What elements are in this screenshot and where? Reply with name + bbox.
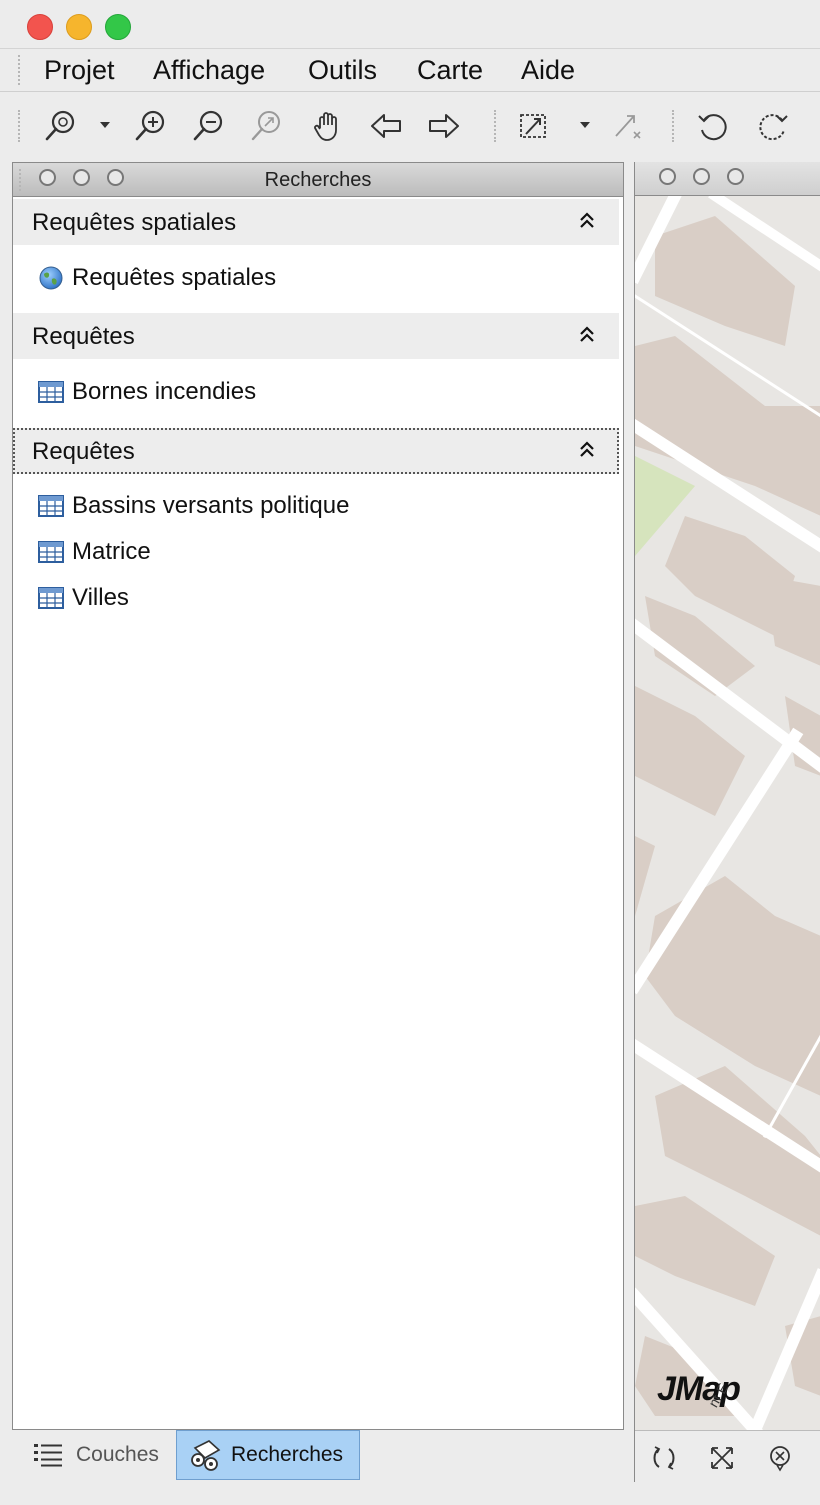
menu-affichage[interactable]: Affichage <box>153 54 265 86</box>
tab-label: Couches <box>76 1443 159 1466</box>
list-item[interactable]: Requêtes spatiales <box>38 258 276 298</box>
section-label: Requêtes <box>32 323 135 350</box>
rotate-map-icon[interactable] <box>649 1443 679 1473</box>
close-window-button[interactable] <box>27 14 53 40</box>
list-item[interactable]: Villes <box>38 578 129 618</box>
collapse-chevron-icon[interactable] <box>577 438 597 462</box>
list-item[interactable]: Bassins versants politique <box>38 486 349 526</box>
layers-list-icon <box>34 1444 62 1467</box>
section-header-requetes-2[interactable]: Requêtes <box>13 428 619 474</box>
zoom-extent-icon[interactable] <box>246 106 286 146</box>
table-icon <box>38 587 64 609</box>
section-header-spatial[interactable]: Requêtes spatiales <box>13 199 619 245</box>
zoom-icon[interactable] <box>40 106 80 146</box>
zoom-out-icon[interactable] <box>188 106 228 146</box>
select-region-icon[interactable] <box>514 106 554 146</box>
full-extent-icon[interactable] <box>707 1443 737 1473</box>
toolbar <box>0 92 820 162</box>
window-titlebar <box>0 0 820 49</box>
collapse-chevron-icon[interactable] <box>577 323 597 347</box>
select-dropdown-icon[interactable] <box>580 122 590 128</box>
map-minimize-button[interactable] <box>693 168 710 185</box>
menu-outils[interactable]: Outils <box>308 54 377 86</box>
search-panel-header[interactable]: Recherches <box>13 163 623 197</box>
item-label: Requêtes spatiales <box>72 264 277 291</box>
panel-tab-bar: Couches Recherches <box>12 1430 624 1482</box>
toolbar-separator <box>494 110 499 142</box>
item-label: Matrice <box>72 538 151 565</box>
table-icon <box>38 381 64 403</box>
menu-carte[interactable]: Carte <box>417 54 483 86</box>
clear-location-icon[interactable] <box>765 1443 795 1473</box>
search-panel: Recherches Requêtes spatiales Requêtes s… <box>12 162 624 1430</box>
minimize-window-button[interactable] <box>66 14 92 40</box>
toolbar-separator-2 <box>672 110 677 142</box>
panel-title: Recherches <box>264 169 372 191</box>
tab-recherches[interactable]: Recherches <box>176 1430 360 1480</box>
item-label: Bornes incendies <box>72 378 257 405</box>
item-label: Villes <box>72 584 129 611</box>
zoom-in-icon[interactable] <box>130 106 170 146</box>
map-tiles <box>635 196 820 1430</box>
menu-projet[interactable]: Projet <box>44 54 115 86</box>
toolbar-grip[interactable] <box>18 110 23 142</box>
tab-couches[interactable]: Couches <box>32 1430 176 1480</box>
menu-grip[interactable] <box>18 55 23 85</box>
list-item[interactable]: Matrice <box>38 532 151 572</box>
tab-label: Recherches <box>231 1443 344 1466</box>
map-close-button[interactable] <box>659 168 676 185</box>
map-panel: JMap nt E <box>634 162 820 1483</box>
section-header-requetes-1[interactable]: Requêtes <box>13 313 619 359</box>
back-arrow-icon[interactable] <box>366 106 406 146</box>
zoom-dropdown-icon[interactable] <box>100 122 110 128</box>
collapse-chevron-icon[interactable] <box>577 209 597 233</box>
menu-aide[interactable]: Aide <box>521 54 575 86</box>
pan-hand-icon[interactable] <box>308 106 348 146</box>
item-label: Bassins versants politique <box>72 492 350 519</box>
rotate-right-icon[interactable] <box>754 106 794 146</box>
zoom-window-button[interactable] <box>105 14 131 40</box>
clear-selection-icon[interactable] <box>606 106 646 146</box>
section-label: Requêtes <box>32 438 135 465</box>
map-maximize-button[interactable] <box>727 168 744 185</box>
search-binoculars-icon <box>191 1440 221 1471</box>
table-icon <box>38 541 64 563</box>
table-icon <box>38 495 64 517</box>
forward-arrow-icon[interactable] <box>424 106 464 146</box>
rotate-left-icon[interactable] <box>692 106 732 146</box>
map-footer <box>635 1430 820 1483</box>
globe-icon <box>39 266 63 290</box>
section-label: Requêtes spatiales <box>32 209 237 236</box>
menu-bar: Projet Affichage Outils Carte Aide <box>0 49 820 92</box>
map-canvas[interactable]: JMap nt E <box>635 196 820 1430</box>
map-panel-header[interactable] <box>635 162 820 196</box>
list-item[interactable]: Bornes incendies <box>38 372 256 412</box>
